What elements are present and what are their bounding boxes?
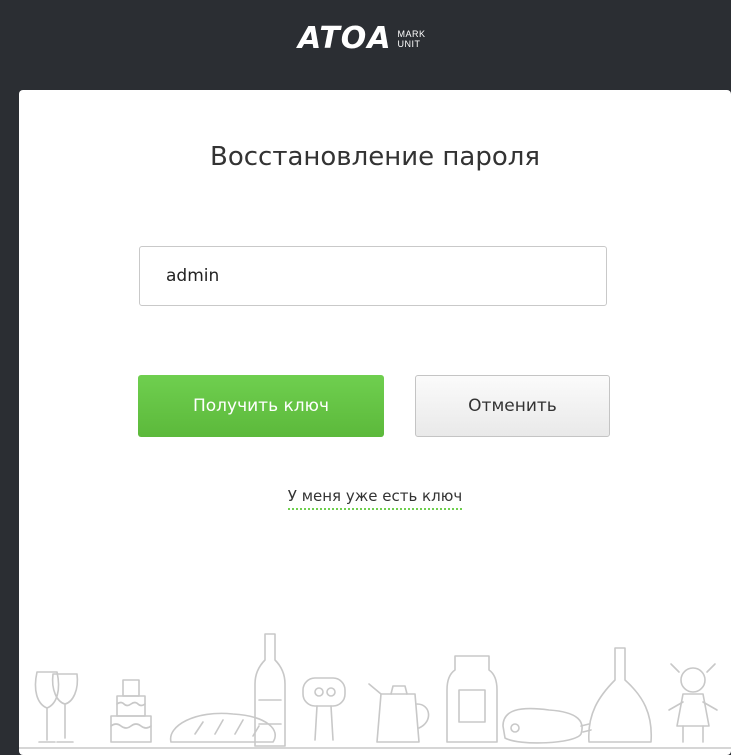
get-key-button[interactable]: Получить ключ [138,375,384,437]
atol-logo: ATOA MARK UNIT [298,22,426,56]
bread-icon [169,712,276,743]
have-key-link-container: У меня уже есть ключ [19,487,731,510]
carafe-icon [588,647,653,743]
have-key-link[interactable]: У меня уже есть ключ [287,487,463,510]
top-header: ATOA MARK UNIT [0,0,731,90]
cake-icon [110,679,152,743]
jar-icon [446,655,498,743]
wine-glasses-icon [34,671,79,743]
logo-sub-bottom: UNIT [397,39,421,49]
mixer-icon [302,677,346,741]
page-title: Восстановление пароля [209,142,540,172]
sausage-icon [502,707,592,744]
username-input[interactable] [139,246,607,306]
doll-icon [668,663,718,743]
logo-sub-top: MARK [397,29,426,39]
password-recovery-card: Восстановление пароля Получить ключ Отме… [19,90,731,755]
kettle-icon [368,683,430,743]
logo-wordmark: ATOA [298,21,392,56]
cancel-button[interactable]: Отменить [415,375,610,437]
bottle-icon [254,633,286,747]
grocery-illustration [19,633,731,749]
logo-subtitle: MARK UNIT [398,29,426,49]
